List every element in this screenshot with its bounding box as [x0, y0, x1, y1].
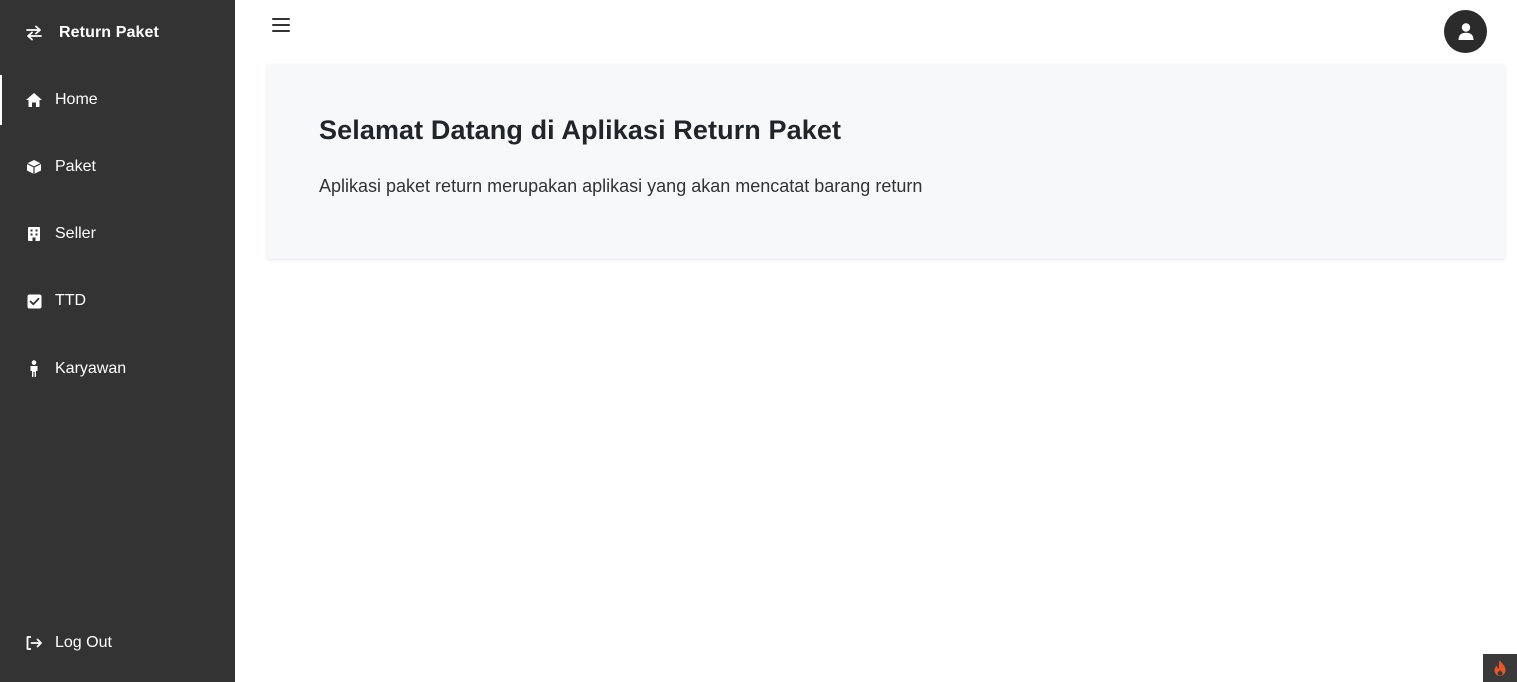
check-square-icon [25, 292, 43, 310]
building-icon [25, 225, 43, 243]
page-subtitle: Aplikasi paket return merupakan aplikasi… [319, 176, 923, 196]
box-icon [25, 158, 43, 176]
page-title: Selamat Datang di Aplikasi Return Paket [319, 115, 842, 145]
sidebar-item-label: Home [55, 91, 98, 108]
sign-out-icon [25, 634, 43, 652]
topbar [235, 0, 1517, 56]
person-icon [25, 360, 43, 378]
welcome-card: Selamat Datang di Aplikasi Return Paket … [267, 64, 1505, 259]
arrows-exchange-icon [24, 23, 44, 43]
sidebar: Return Paket Home Paket Seller TTD Karya… [0, 0, 235, 682]
sidebar-item-seller[interactable]: Seller [0, 209, 235, 259]
sidebar-item-home[interactable]: Home [0, 75, 235, 125]
flame-icon[interactable] [1483, 654, 1517, 682]
sidebar-item-karyawan[interactable]: Karyawan [0, 344, 235, 394]
sidebar-item-label: Seller [55, 225, 96, 242]
hamburger-icon[interactable] [271, 16, 291, 34]
sidebar-item-ttd[interactable]: TTD [0, 276, 235, 326]
sidebar-item-label: TTD [55, 292, 87, 309]
home-icon [25, 91, 43, 109]
brand-title: Return Paket [59, 24, 159, 41]
logout-label: Log Out [55, 634, 112, 651]
sidebar-item-label: Karyawan [55, 360, 127, 377]
logout-button[interactable]: Log Out [0, 618, 235, 668]
app-root: Return Paket Home Paket Seller TTD Karya… [0, 0, 1517, 682]
user-avatar-icon[interactable] [1444, 10, 1487, 53]
sidebar-item-label: Paket [55, 158, 96, 175]
sidebar-item-paket[interactable]: Paket [0, 142, 235, 192]
sidebar-brand[interactable]: Return Paket [0, 0, 235, 66]
